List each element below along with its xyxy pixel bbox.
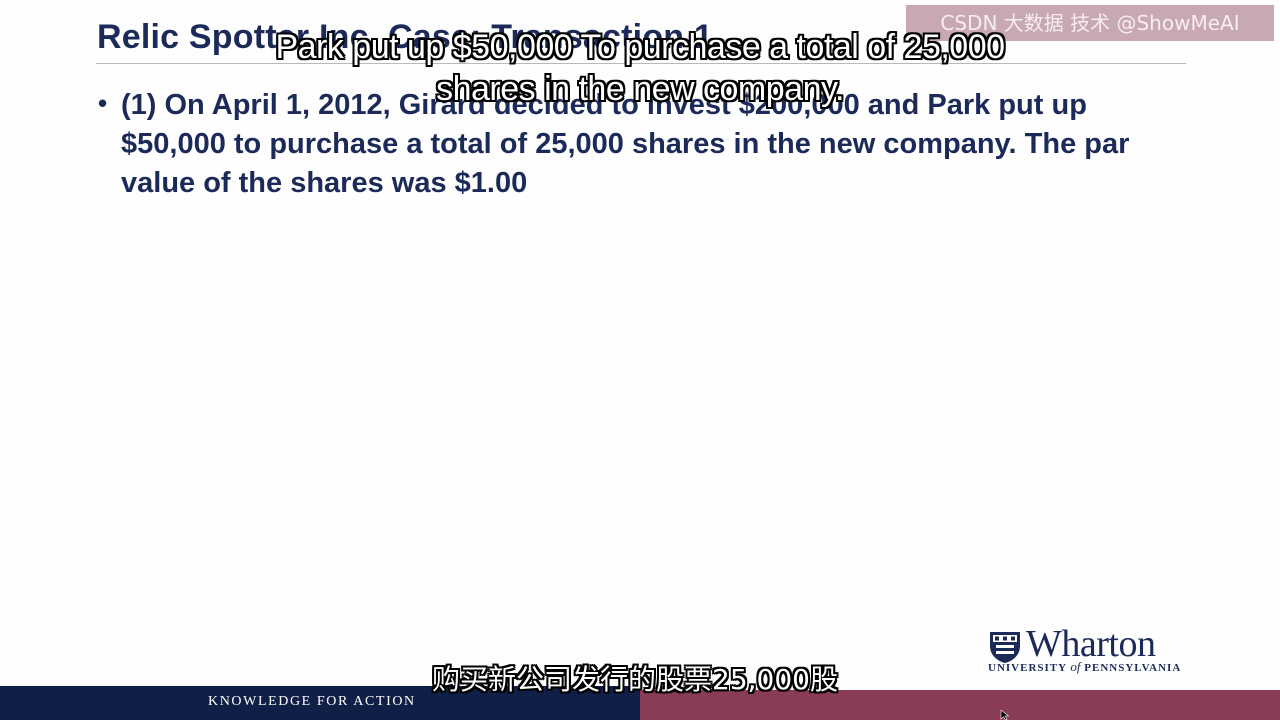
wharton-logo: Wharton UNIVERSITY of PENNSYLVANIA [988,623,1198,675]
subtitle-english: Park put up $50,000 To purchase a total … [275,28,1005,108]
mouse-cursor-icon [1000,710,1010,720]
logo-subtitle: UNIVERSITY of PENNSYLVANIA [988,659,1181,675]
footer-tagline: KNOWLEDGE FOR ACTION [208,694,416,709]
subtitle-chinese: 购买新公司发行的股票25,000股 [432,663,838,696]
logo-sub-university: UNIVERSITY [988,662,1067,674]
logo-sub-penn: PENNSYLVANIA [1084,662,1182,674]
logo-sub-of: of [1070,659,1081,674]
slide-canvas: Relic Spotter Inc. Case: Transaction 1 C… [0,0,1280,720]
bullet-marker: • [98,88,108,118]
